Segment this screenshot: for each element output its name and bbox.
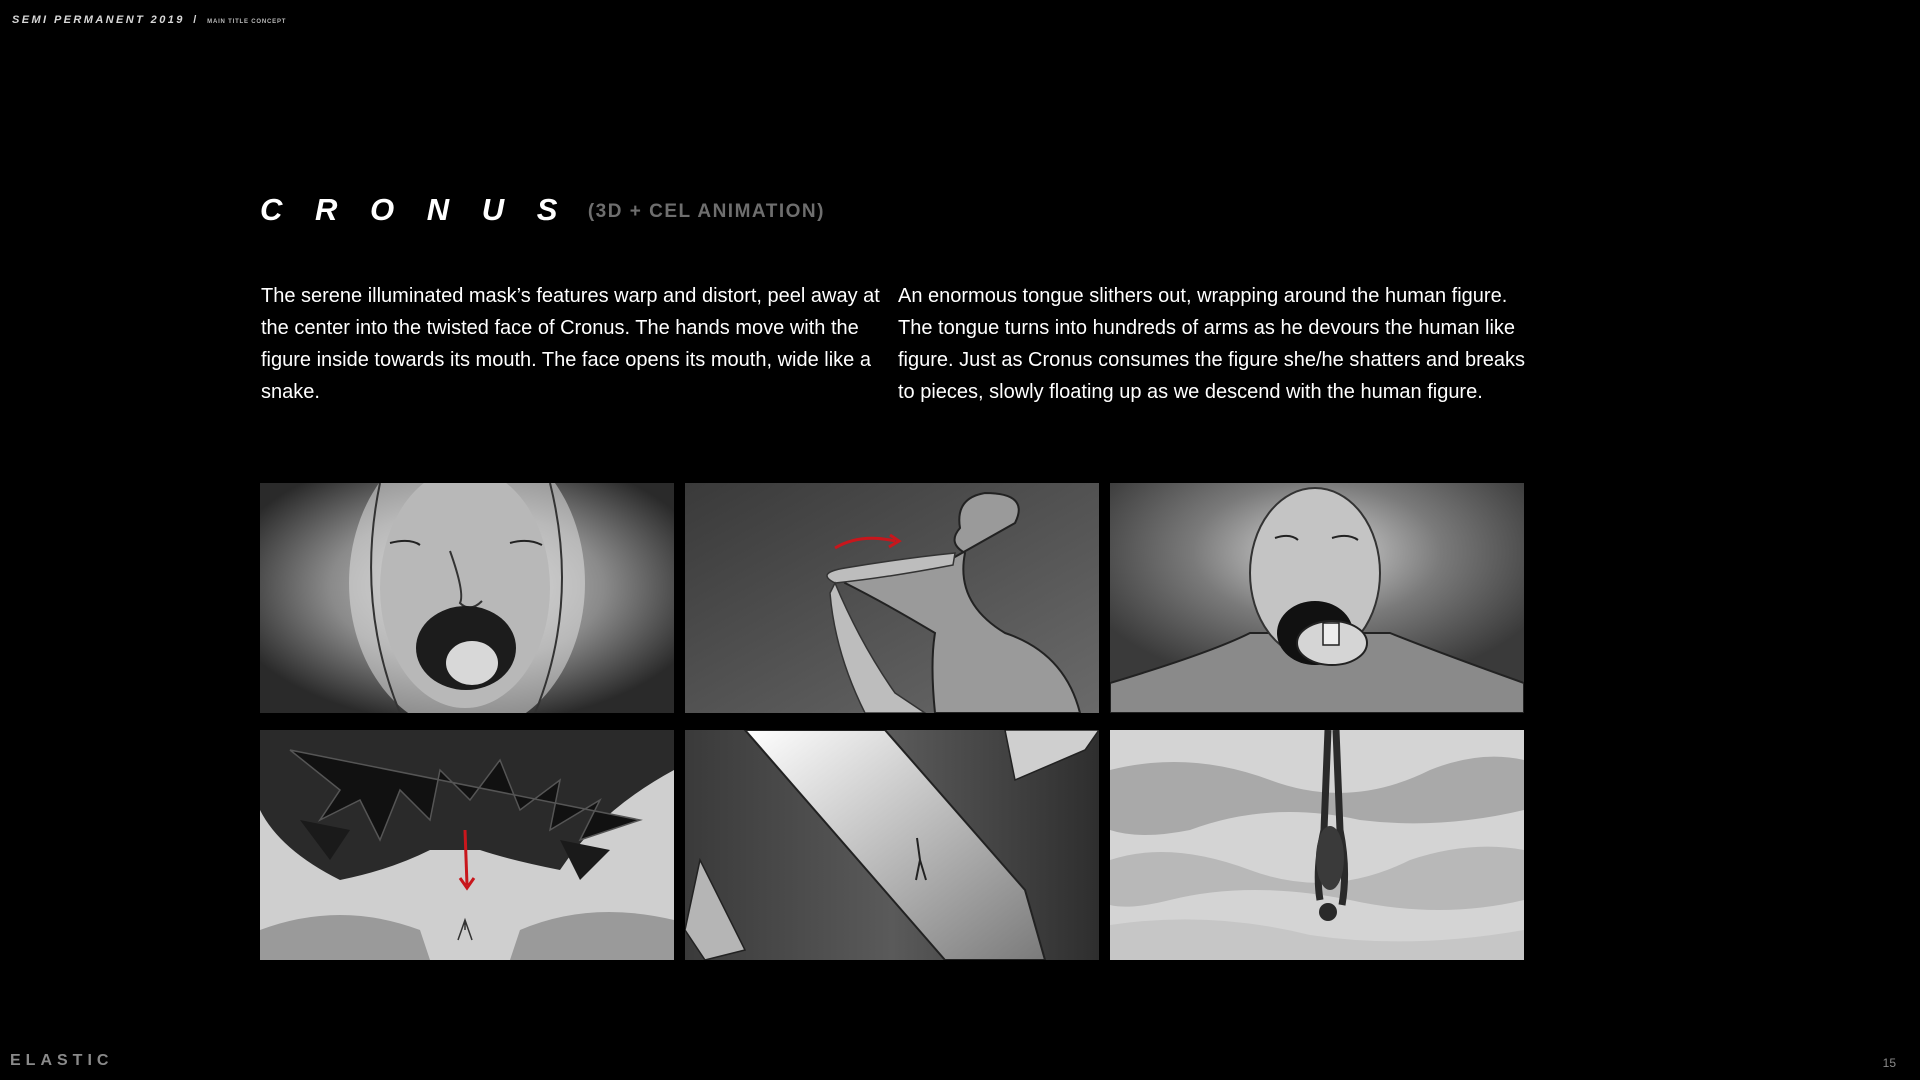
storyboard-frame-5 (685, 730, 1099, 960)
header: SEMI PERMANENT 2019 / MAIN TITLE CONCEPT (12, 14, 286, 26)
storyboard-frame-3 (1110, 483, 1524, 713)
shattering-arms-sketch (260, 730, 674, 960)
illuminated-mask-open-mouth-sketch (260, 483, 674, 713)
storyboard-frame-2 (685, 483, 1099, 713)
storyboard-frame-1 (260, 483, 674, 713)
header-event: SEMI PERMANENT 2019 (12, 14, 185, 26)
page-subtitle: (3D + CEL ANIMATION) (587, 201, 825, 222)
floating-figure-clouds-sketch (1110, 730, 1524, 960)
storyboard-frame-4 (260, 730, 674, 960)
header-section: MAIN TITLE CONCEPT (207, 19, 287, 25)
elastic-logo: ELASTIC (10, 1052, 114, 1069)
mask-tongue-wrapped-figure-sketch (1110, 483, 1524, 713)
storyboard-frame-6 (1110, 730, 1524, 960)
storyboard-grid (260, 483, 1524, 960)
header-separator: / (193, 14, 199, 26)
title-row: C R O N U S (3D + CEL ANIMATION) (260, 192, 825, 228)
page-number: 15 (1882, 1056, 1896, 1070)
page-title: C R O N U S (260, 192, 570, 227)
description-right: An enormous tongue slithers out, wrappin… (898, 285, 1526, 403)
shard-falling-figure-sketch (685, 730, 1099, 960)
figure-tongue-hand-sketch (685, 483, 1099, 713)
description-left: The serene illuminated mask’s features w… (261, 285, 880, 403)
